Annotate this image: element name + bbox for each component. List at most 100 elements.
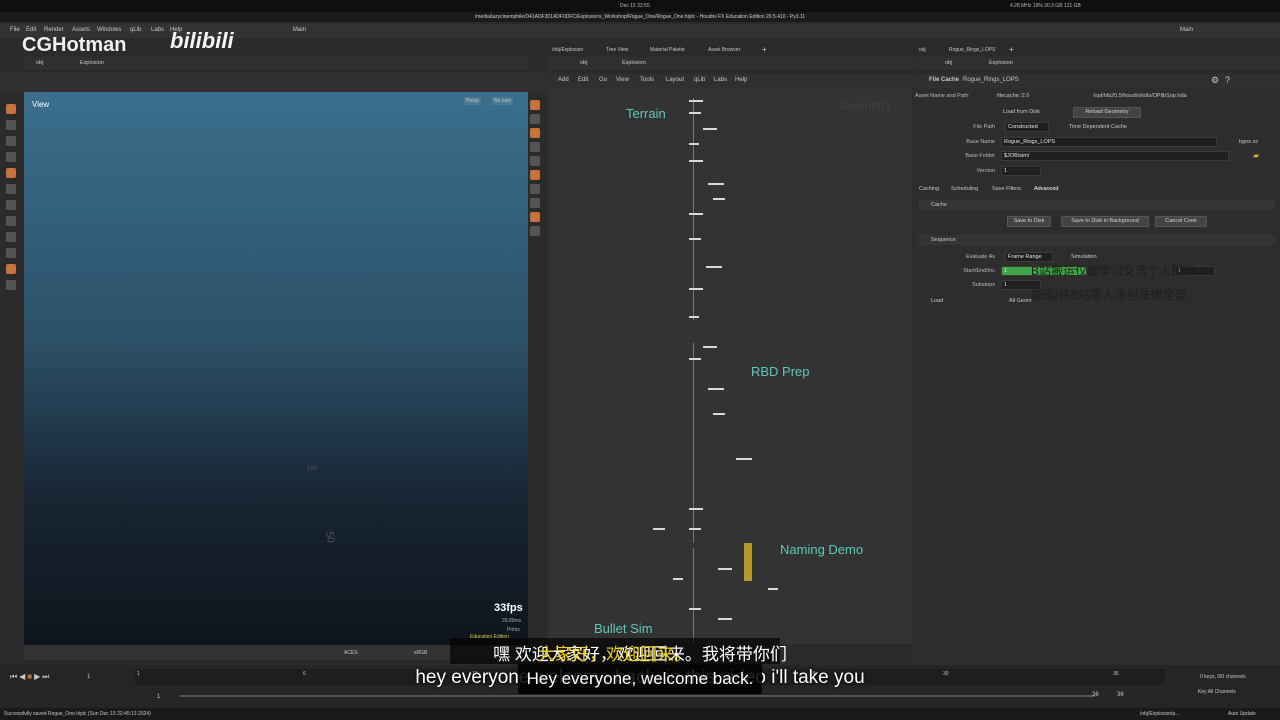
pose-tool-icon[interactable]	[6, 184, 16, 194]
left-path-node[interactable]: Explosion	[80, 60, 104, 66]
start-frame[interactable]: 1	[157, 694, 160, 700]
3d-viewport[interactable]: View Persp No cam 100 50 33fps 29.89ms P…	[24, 92, 528, 645]
global-end-frame[interactable]: 36	[1117, 692, 1124, 698]
node[interactable]	[689, 112, 701, 114]
net-menu-tools[interactable]: Tools	[640, 77, 654, 83]
normal-display-icon[interactable]	[530, 198, 540, 208]
guide-icon[interactable]	[530, 226, 540, 236]
camera-tool-icon[interactable]	[6, 264, 16, 274]
net-menu-layout[interactable]: Layout	[666, 77, 684, 83]
node[interactable]	[689, 213, 703, 215]
node[interactable]	[713, 198, 725, 200]
tab-save-filters[interactable]: Save Filters	[992, 186, 1021, 192]
handle-tool-icon[interactable]	[6, 168, 16, 178]
node[interactable]	[689, 358, 701, 360]
node[interactable]	[673, 578, 683, 580]
cache-section[interactable]: Cache	[919, 200, 1275, 210]
tab-material-palette[interactable]: Material Palette	[650, 47, 685, 53]
menu-render[interactable]: Render	[44, 27, 64, 33]
light-toggle-icon[interactable]	[530, 156, 540, 166]
network-editor[interactable]: Geometry Terrain RBD Prep Naming Demo Bu…	[548, 88, 912, 644]
right-desktop-selector[interactable]: Main	[1180, 27, 1193, 33]
wireframe-icon[interactable]	[530, 142, 540, 152]
node[interactable]	[689, 238, 701, 240]
net-menu-edit[interactable]: Edit	[578, 77, 588, 83]
light-tool-icon[interactable]	[6, 280, 16, 290]
menu-qlib[interactable]: qLib	[130, 27, 141, 33]
node[interactable]	[689, 160, 703, 162]
time-dependent-toggle[interactable]: Time Dependent Cache	[1069, 124, 1127, 130]
net-menu-help[interactable]: Help	[735, 77, 747, 83]
sticky-terrain[interactable]: Terrain	[626, 106, 666, 121]
tab-advanced[interactable]: Advanced	[1034, 186, 1058, 192]
move-tool-icon[interactable]	[6, 120, 16, 130]
menu-labs[interactable]: Labs	[151, 27, 164, 33]
net-path-node[interactable]: Explosion	[622, 60, 646, 66]
desktop-selector[interactable]: Main	[293, 27, 306, 33]
node[interactable]	[653, 528, 665, 530]
simulation-toggle[interactable]: Simulation	[1071, 254, 1097, 260]
net-menu-qlib[interactable]: qLib	[694, 77, 705, 83]
node[interactable]	[703, 346, 717, 348]
tab-network[interactable]: /obj/Explosion	[552, 47, 583, 53]
lock-camera-icon[interactable]	[530, 114, 540, 124]
key-all-channels-button[interactable]: Key All Channels	[1198, 689, 1236, 695]
template-icon[interactable]	[530, 212, 540, 222]
file-path-menu[interactable]: Constructed	[1005, 122, 1049, 132]
base-folder-field[interactable]: $JOB/sim/	[1001, 151, 1229, 161]
add-tab-icon[interactable]: +	[762, 45, 767, 54]
all-geom-menu[interactable]: All Geom	[1009, 298, 1032, 304]
auto-update-menu[interactable]: Auto Update	[1228, 711, 1256, 717]
node[interactable]	[718, 568, 732, 570]
help-icon[interactable]: ?	[1225, 75, 1230, 85]
net-menu-go[interactable]: Go	[599, 77, 607, 83]
tab-tree-view[interactable]: Tree View	[606, 47, 628, 53]
end-frame[interactable]: 36	[1092, 692, 1099, 698]
sticky-naming-demo[interactable]: Naming Demo	[780, 542, 863, 557]
version-field[interactable]: 1	[1001, 166, 1041, 176]
menu-file[interactable]: File	[10, 27, 20, 33]
point-display-icon[interactable]	[530, 184, 540, 194]
load-section[interactable]: Load	[931, 298, 943, 304]
node[interactable]	[689, 608, 701, 610]
menu-assets[interactable]: Assets	[72, 27, 90, 33]
menu-edit[interactable]: Edit	[26, 27, 36, 33]
persp-menu[interactable]: Persp	[464, 97, 482, 105]
sticky-bullet-sim[interactable]: Bullet Sim	[594, 621, 653, 636]
node[interactable]	[689, 508, 703, 510]
view-tool-icon[interactable]	[6, 216, 16, 226]
brush-tool-icon[interactable]	[6, 200, 16, 210]
node[interactable]	[708, 388, 724, 390]
rotate-tool-icon[interactable]	[6, 136, 16, 146]
reload-geometry-button[interactable]: Reload Geometry	[1073, 107, 1141, 118]
sticky-rbd-prep[interactable]: RBD Prep	[751, 364, 810, 379]
evaluate-as-menu[interactable]: Frame Range	[1005, 252, 1053, 262]
net-menu-add[interactable]: Add	[558, 77, 569, 83]
tab-caching[interactable]: Caching	[919, 186, 939, 192]
node[interactable]	[736, 458, 752, 460]
tab-scheduling[interactable]: Scheduling	[951, 186, 978, 192]
node[interactable]	[708, 183, 724, 185]
net-menu-labs[interactable]: Labs	[714, 77, 727, 83]
node[interactable]	[689, 288, 703, 290]
base-name-field[interactable]: Rogue_Rings_LOPS	[1001, 137, 1217, 147]
node[interactable]	[718, 618, 732, 620]
node[interactable]	[689, 100, 703, 102]
tab-param-node[interactable]: Rogue_Rings_LOPS	[949, 47, 995, 53]
node[interactable]	[706, 266, 722, 268]
naming-demo-node-group[interactable]	[744, 543, 752, 581]
save-to-disk-button[interactable]: Save to Disk	[1007, 216, 1051, 227]
gear-icon[interactable]: ⚙	[1211, 75, 1219, 86]
node[interactable]	[689, 316, 699, 318]
net-path-obj[interactable]: obj	[580, 60, 587, 66]
node-name-field[interactable]: Rogue_Rings_LOPS	[963, 77, 1019, 83]
left-path-obj[interactable]: obj	[36, 60, 43, 66]
shading-icon[interactable]	[530, 128, 540, 138]
node[interactable]	[689, 143, 699, 145]
camera-menu[interactable]: No cam	[492, 97, 514, 105]
select-tool-icon[interactable]	[6, 104, 16, 114]
node[interactable]	[689, 528, 701, 530]
display-options-icon[interactable]	[530, 100, 540, 110]
param-path-obj[interactable]: obj	[945, 60, 952, 66]
param-path-node[interactable]: Explosion	[989, 60, 1013, 66]
